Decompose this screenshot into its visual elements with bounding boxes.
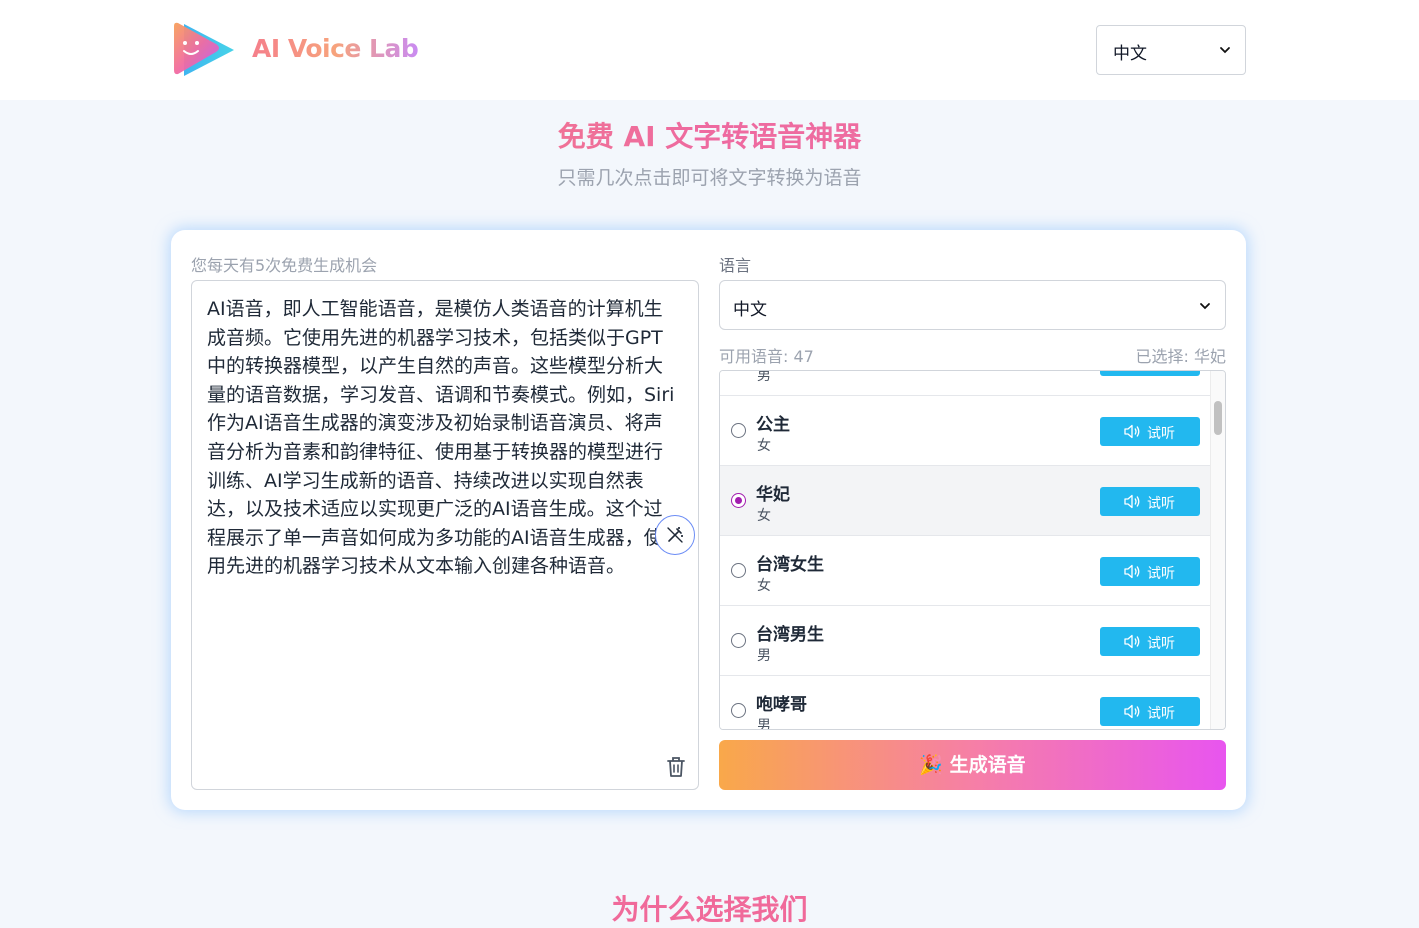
voice-name: 公主 (756, 415, 790, 435)
header-language-value: 中文 (1113, 44, 1147, 64)
top-bar: AI Voice Lab 中文 (0, 0, 1419, 100)
hero-title: 免费 AI 文字转语音神器 (0, 115, 1419, 155)
voice-gender: 女 (757, 508, 771, 524)
voice-list-scrollbar[interactable] (1210, 371, 1225, 729)
voice-row[interactable]: 台湾男生 男 试听 (720, 606, 1211, 676)
section-title: 为什么选择我们 (611, 893, 808, 926)
language-select-value: 中文 (733, 300, 767, 320)
voice-gender: 女 (757, 578, 771, 594)
voice-gender: 男 (757, 370, 771, 384)
voice-radio[interactable] (731, 703, 746, 718)
speaker-icon (1124, 634, 1140, 649)
scrollbar-thumb[interactable] (1214, 401, 1222, 435)
voice-gender: 男 (757, 648, 771, 664)
voice-radio[interactable] (731, 493, 746, 508)
voice-row[interactable]: 华妃 女 试听 (720, 466, 1211, 536)
generate-voice-button[interactable]: 🎉 生成语音 (719, 740, 1226, 790)
voice-row[interactable]: 男 (720, 370, 1211, 396)
play-preview-button[interactable]: 试听 (1100, 487, 1200, 516)
chevron-down-icon (1220, 47, 1230, 54)
play-preview-button[interactable]: 试听 (1100, 417, 1200, 446)
play-preview-button[interactable]: 试听 (1100, 557, 1200, 586)
tts-card: 您每天有5次免费生成机会 AI语音，即人工智能语音，是模仿人类语音的计算机生成音… (171, 230, 1246, 810)
voice-name: 华妃 (756, 485, 790, 505)
logo-icon[interactable] (170, 20, 236, 78)
hero-subtitle: 只需几次点击即可将文字转换为语音 (557, 167, 862, 189)
speaker-icon (1124, 494, 1140, 509)
language-select[interactable]: 中文 (719, 280, 1226, 330)
language-label: 语言 (719, 256, 752, 275)
free-usage-notice: 您每天有5次免费生成机会 (191, 256, 378, 275)
voice-radio[interactable] (731, 563, 746, 578)
brand-name[interactable]: AI Voice Lab (252, 34, 419, 63)
play-label: 试听 (1147, 706, 1175, 722)
voice-name: 咆哮哥 (756, 695, 807, 715)
voice-gender: 女 (757, 438, 771, 454)
voice-row[interactable]: 咆哮哥 男 试听 (720, 676, 1211, 730)
voice-radio[interactable] (731, 423, 746, 438)
speaker-icon (1124, 704, 1140, 719)
speaker-icon (1124, 564, 1140, 579)
play-label: 试听 (1147, 566, 1175, 582)
chevron-down-icon (1200, 303, 1210, 310)
voice-row[interactable]: 公主 女 试听 (720, 396, 1211, 466)
voice-row[interactable]: 台湾女生 女 试听 (720, 536, 1211, 606)
play-preview-button[interactable] (1100, 371, 1200, 376)
voice-name: 台湾男生 (756, 625, 824, 645)
trash-icon[interactable] (665, 755, 687, 779)
voice-radio[interactable] (731, 633, 746, 648)
voice-name: 台湾女生 (756, 555, 824, 575)
text-input-content[interactable]: AI语音，即人工智能语音，是模仿人类语音的计算机生成音频。它使用先进的机器学习技… (207, 295, 677, 581)
play-preview-button[interactable]: 试听 (1100, 697, 1200, 726)
play-label: 试听 (1147, 496, 1175, 512)
magic-wand-button[interactable] (655, 515, 695, 555)
play-label: 试听 (1147, 636, 1175, 652)
voice-gender: 男 (757, 718, 771, 730)
text-input[interactable]: AI语音，即人工智能语音，是模仿人类语音的计算机生成音频。它使用先进的机器学习技… (191, 280, 699, 790)
voice-list[interactable]: 男 公主 女 试听 华妃 女 试听 台湾女生 女 试听 台湾男生 男 试听 咆哮… (719, 370, 1226, 730)
header-language-select[interactable]: 中文 (1096, 25, 1246, 75)
magic-wand-icon (667, 527, 683, 543)
play-label: 试听 (1147, 426, 1175, 442)
speaker-icon (1124, 424, 1140, 439)
play-preview-button[interactable]: 试听 (1100, 627, 1200, 656)
available-voices-count: 可用语音: 47 (719, 347, 814, 366)
selected-voice-label: 已选择: 华妃 (1135, 347, 1226, 366)
